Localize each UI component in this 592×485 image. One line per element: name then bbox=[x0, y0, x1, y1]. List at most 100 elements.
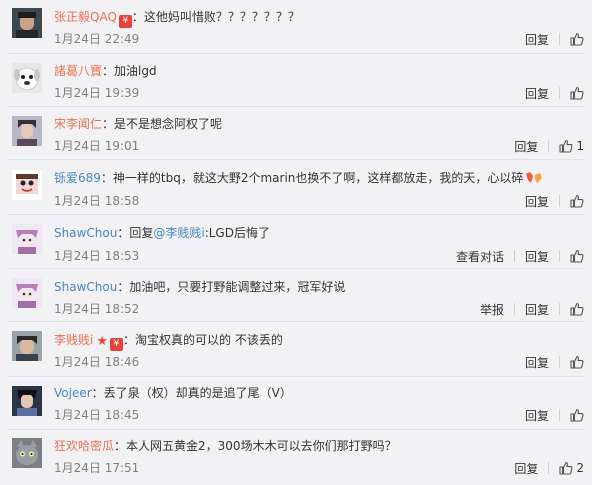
comment-actions: 回复 bbox=[525, 31, 584, 47]
username-link[interactable]: 铄爱689 bbox=[54, 171, 101, 185]
separator: ： bbox=[114, 439, 127, 453]
comment-text: 淘宝权真的可以的 不该丢的 bbox=[135, 333, 283, 347]
comment-text: 加油lgd bbox=[114, 64, 157, 78]
comment-actions: 回复 2 bbox=[514, 460, 584, 476]
reply-prefix: 回复 bbox=[129, 226, 154, 240]
comment-time: 1月24日 18:53 bbox=[54, 249, 140, 263]
mention-link[interactable]: @李贱贱i bbox=[153, 226, 204, 240]
separator: ： bbox=[91, 386, 104, 400]
reply-button[interactable]: 回复 bbox=[525, 31, 549, 48]
avatar[interactable] bbox=[12, 63, 42, 93]
action-divider bbox=[559, 195, 560, 207]
comment-time: 1月24日 18:45 bbox=[54, 408, 140, 422]
like-button[interactable] bbox=[570, 408, 584, 422]
username-link[interactable]: ShawChou bbox=[54, 226, 117, 240]
like-button[interactable]: 1 bbox=[559, 139, 584, 153]
avatar[interactable] bbox=[12, 331, 42, 361]
reply-button[interactable]: 回复 bbox=[525, 407, 549, 424]
avatar[interactable] bbox=[12, 8, 42, 38]
reply-button[interactable]: 回复 bbox=[525, 85, 549, 102]
comment-line: 张正毅QAQ ¥ ：这他妈叫惜败？？？？？？？ bbox=[54, 9, 300, 28]
separator: ： bbox=[123, 333, 136, 347]
comment-text: 这他妈叫惜败？？？？？？？ bbox=[143, 10, 300, 24]
avatar[interactable] bbox=[12, 170, 42, 200]
like-button[interactable] bbox=[570, 194, 584, 208]
thumbs-up-icon bbox=[570, 32, 584, 46]
username-link[interactable]: 宋李闻仁 bbox=[54, 117, 102, 131]
avatar[interactable] bbox=[12, 116, 42, 146]
username-link[interactable]: ShawChou bbox=[54, 280, 117, 294]
report-button[interactable]: 举报 bbox=[480, 301, 504, 318]
comment-text: 是不是想念阿权了呢 bbox=[114, 117, 223, 131]
username-link[interactable]: 张正毅QAQ bbox=[54, 10, 117, 24]
comment-line: ShawChou：加油吧，只要打野能调整过来，冠军好说 bbox=[54, 279, 345, 295]
thumbs-up-icon bbox=[570, 355, 584, 369]
like-count: 2 bbox=[576, 461, 584, 475]
separator: ： bbox=[117, 226, 130, 240]
broken-heart-emoji-icon bbox=[525, 171, 543, 189]
vip-badge-icon: ¥ bbox=[110, 338, 123, 351]
action-divider bbox=[513, 250, 515, 262]
comment-divider bbox=[7, 321, 585, 322]
avatar[interactable] bbox=[12, 386, 42, 416]
username-link[interactable]: 諸葛八寳 bbox=[54, 64, 102, 78]
action-divider bbox=[559, 356, 560, 368]
action-divider bbox=[548, 462, 550, 474]
thumbs-up-icon bbox=[570, 194, 584, 208]
comment-actions: 回复 bbox=[525, 354, 584, 370]
avatar[interactable] bbox=[12, 278, 42, 308]
vip-badge-icon: ¥ bbox=[118, 15, 132, 28]
like-count: 1 bbox=[576, 139, 584, 153]
comment-actions: 回复 bbox=[525, 85, 584, 101]
comment-text: 丢了泉（权）却真的是追了尾（V） bbox=[103, 386, 292, 400]
like-button[interactable] bbox=[570, 355, 584, 369]
thumbs-up-icon bbox=[570, 408, 584, 422]
username-link[interactable]: 李贱贱i bbox=[54, 333, 93, 347]
comment-actions: 举报 回复 bbox=[480, 301, 584, 317]
reply-button[interactable]: 回复 bbox=[525, 193, 549, 210]
comment-text: 本人网五黄金2，300场木木可以去你们那打野吗？ bbox=[126, 439, 397, 453]
comment-divider bbox=[7, 159, 585, 160]
star-badge-icon: ★ bbox=[96, 334, 108, 349]
comment-divider bbox=[7, 429, 585, 430]
separator: ： bbox=[102, 117, 115, 131]
comment-time: 1月24日 17:51 bbox=[54, 461, 140, 475]
comment-actions: 回复 1 bbox=[514, 138, 584, 154]
separator: ： bbox=[102, 64, 115, 78]
comment-divider bbox=[7, 376, 585, 377]
reply-button[interactable]: 回复 bbox=[514, 138, 538, 155]
comment-line: 狂欢哈密瓜：本人网五黄金2，300场木木可以去你们那打野吗？ bbox=[54, 438, 397, 454]
separator: ： bbox=[100, 171, 113, 185]
like-button[interactable] bbox=[570, 302, 584, 316]
thumbs-up-icon bbox=[570, 302, 584, 316]
comment-time: 1月24日 19:01 bbox=[54, 139, 140, 153]
username-link[interactable]: Vojeer bbox=[54, 386, 92, 400]
comment-text: 神一样的tbq，就这大野2个marin也换不了啊，这样都放走，我的天，心以碎 bbox=[112, 171, 524, 185]
action-divider bbox=[559, 250, 560, 262]
thumbs-up-icon bbox=[559, 461, 573, 475]
avatar[interactable] bbox=[12, 438, 42, 468]
reply-button[interactable]: 回复 bbox=[514, 460, 538, 477]
action-divider bbox=[559, 409, 560, 421]
like-button[interactable] bbox=[570, 86, 584, 100]
like-button[interactable]: 2 bbox=[559, 461, 584, 475]
like-button[interactable] bbox=[570, 249, 584, 263]
comment-line: 李贱贱i ★ ¥ ：淘宝权真的可以的 不该丢的 bbox=[54, 332, 283, 351]
avatar[interactable] bbox=[12, 224, 42, 254]
comment-line: 宋李闻仁：是不是想念阿权了呢 bbox=[54, 116, 222, 132]
like-button[interactable] bbox=[570, 32, 584, 46]
thumbs-up-icon bbox=[559, 139, 573, 153]
comment-actions: 查看对话 回复 bbox=[456, 248, 584, 264]
comment-divider bbox=[7, 268, 585, 269]
action-divider bbox=[559, 33, 560, 45]
reply-button[interactable]: 回复 bbox=[525, 354, 549, 371]
username-link[interactable]: 狂欢哈密瓜 bbox=[54, 439, 114, 453]
reply-button[interactable]: 回复 bbox=[525, 301, 549, 318]
comment-time: 1月24日 18:52 bbox=[54, 302, 140, 316]
comment-line: ShawChou：回复@李贱贱i:LGD后悔了 bbox=[54, 225, 270, 241]
view-conversation-button[interactable]: 查看对话 bbox=[456, 248, 504, 265]
reply-button[interactable]: 回复 bbox=[525, 248, 549, 265]
comment-time: 1月24日 18:46 bbox=[54, 355, 140, 369]
action-divider bbox=[559, 87, 560, 99]
comment-actions: 回复 bbox=[525, 407, 584, 423]
